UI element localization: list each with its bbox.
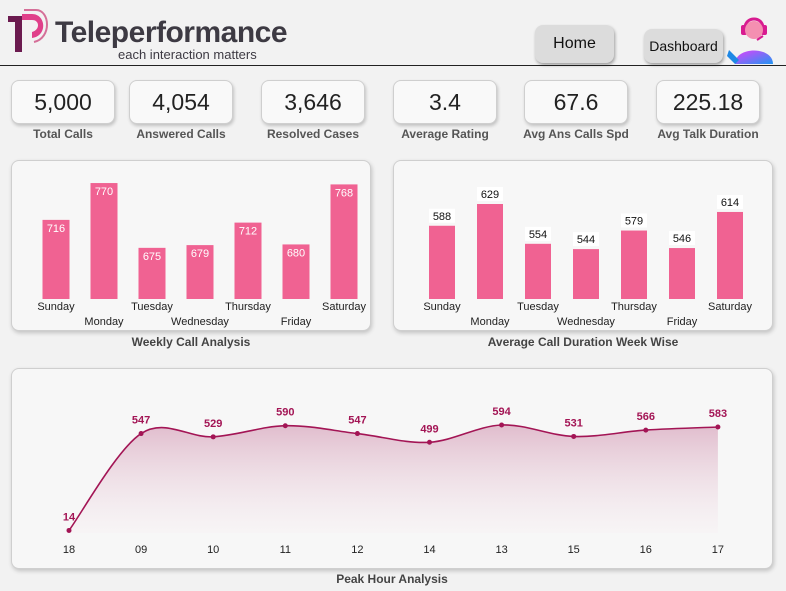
kpi-card-label: Total Calls — [33, 127, 93, 141]
data-label: 547 — [132, 415, 150, 427]
dashboard-button[interactable]: Dashboard — [644, 29, 723, 63]
bar — [717, 211, 743, 299]
brand-name: Teleperformance — [55, 16, 288, 49]
data-label: 579 — [625, 216, 643, 228]
kpi-card-label: Avg Ans Calls Spd — [523, 127, 629, 141]
bar — [669, 248, 695, 299]
kpi-card-value: 3,646 — [261, 80, 365, 124]
data-point — [427, 439, 432, 445]
weekly-call-chart-panel: 716 Sunday 770 Monday 675 Tuesday 679 Wednesday… — [11, 160, 371, 331]
kpi-card-value: 3.4 — [393, 80, 497, 124]
data-label: 712 — [239, 226, 257, 238]
tick-label: Monday — [470, 316, 510, 328]
tick-label: Saturday — [322, 301, 367, 313]
avg-call-duration-chart-title: Average Call Duration Week Wise — [487, 335, 679, 349]
data-label: 588 — [433, 211, 451, 223]
weekly-call-chart: 716 Sunday 770 Monday 675 Tuesday 679 Wednesday… — [37, 183, 367, 328]
data-label: 629 — [481, 189, 499, 201]
bar — [573, 249, 599, 299]
data-point — [210, 434, 216, 440]
kpi-card-label: Resolved Cases — [266, 127, 360, 141]
data-point — [66, 527, 72, 533]
tick-label: Wednesday — [171, 316, 229, 328]
kpi-card-label: Average Rating — [401, 127, 489, 141]
weekly-call-chart-title: Weekly Call Analysis — [131, 335, 251, 349]
tick-label: 15 — [568, 544, 580, 556]
bar — [525, 243, 551, 299]
avg-call-duration-chart-panel: 588 Sunday 629 Monday 554 Tuesday 544 Wednesday… — [393, 160, 773, 331]
data-point — [354, 431, 360, 437]
data-label: 546 — [673, 233, 691, 245]
tick-label: 13 — [495, 544, 507, 556]
data-label: 770 — [95, 186, 113, 198]
data-point — [138, 431, 144, 437]
kpi-card-value: 4,054 — [129, 80, 233, 124]
data-label: 594 — [492, 406, 511, 418]
teleperformance-logo-icon — [8, 9, 48, 52]
bar — [429, 225, 455, 299]
tick-label: Wednesday — [557, 316, 615, 328]
kpi-card-value: 67.6 — [524, 80, 628, 124]
data-point — [499, 422, 505, 428]
header-bar: Teleperformance each interaction matters… — [0, 0, 786, 66]
kpi-card-label: Avg Talk Duration — [657, 127, 759, 141]
data-point — [715, 424, 721, 430]
data-label: 547 — [348, 415, 366, 427]
data-label: 531 — [565, 417, 583, 429]
tick-label: Sunday — [37, 301, 75, 313]
tick-label: Sunday — [423, 301, 461, 313]
bar — [477, 204, 503, 299]
home-button[interactable]: Home — [535, 25, 614, 63]
data-point — [571, 433, 577, 439]
tick-label: 16 — [640, 544, 652, 556]
tick-label: Tuesday — [517, 301, 559, 313]
bar — [330, 184, 358, 299]
tick-label: 10 — [207, 544, 219, 556]
tick-label: Tuesday — [131, 301, 173, 313]
tick-label: Thursday — [225, 301, 271, 313]
data-label: 566 — [637, 411, 655, 423]
data-label: 614 — [721, 197, 739, 209]
peak-hour-chart: 14 18 547 09 529 10 590 11 547 12 499 14 594 13 531 15 5… — [63, 406, 727, 556]
kpi-card-value: 5,000 — [11, 80, 115, 124]
data-label: 679 — [191, 248, 209, 260]
data-label: 544 — [577, 234, 595, 246]
data-label: 583 — [709, 408, 727, 420]
tick-label: 12 — [351, 544, 363, 556]
brand-tagline: each interaction matters — [118, 47, 257, 62]
bar — [621, 230, 647, 299]
data-point — [282, 423, 288, 429]
kpi-card-value: 225.18 — [656, 80, 760, 124]
data-label: 675 — [143, 251, 161, 263]
data-point — [643, 427, 649, 433]
tick-label: Saturday — [708, 301, 753, 313]
tick-label: Friday — [667, 316, 698, 328]
area-fill — [69, 424, 718, 533]
data-label: 680 — [287, 247, 305, 259]
bar — [90, 183, 118, 299]
tick-label: Monday — [84, 316, 124, 328]
tick-label: Thursday — [611, 301, 657, 313]
peak-hour-chart-title: Peak Hour Analysis — [336, 572, 448, 586]
data-label: 499 — [420, 423, 438, 435]
tick-label: 11 — [280, 544, 291, 556]
support-agent-icon — [727, 17, 773, 64]
data-label: 14 — [63, 511, 76, 523]
kpi-card-label: Answered Calls — [136, 127, 226, 141]
peak-hour-chart-panel: 14 18 547 09 529 10 590 11 547 12 499 14 594 13 531 15 5… — [11, 368, 773, 569]
data-label: 590 — [276, 407, 294, 419]
tick-label: 17 — [712, 544, 724, 556]
tick-label: 18 — [63, 544, 75, 556]
avg-call-duration-chart: 588 Sunday 629 Monday 554 Tuesday 544 Wednesday… — [423, 187, 753, 328]
tick-label: 09 — [135, 544, 147, 556]
tick-label: 14 — [423, 544, 435, 556]
data-label: 529 — [204, 418, 222, 430]
data-label: 768 — [335, 187, 353, 199]
tick-label: Friday — [281, 316, 312, 328]
data-label: 716 — [47, 223, 65, 235]
data-label: 554 — [529, 229, 547, 241]
